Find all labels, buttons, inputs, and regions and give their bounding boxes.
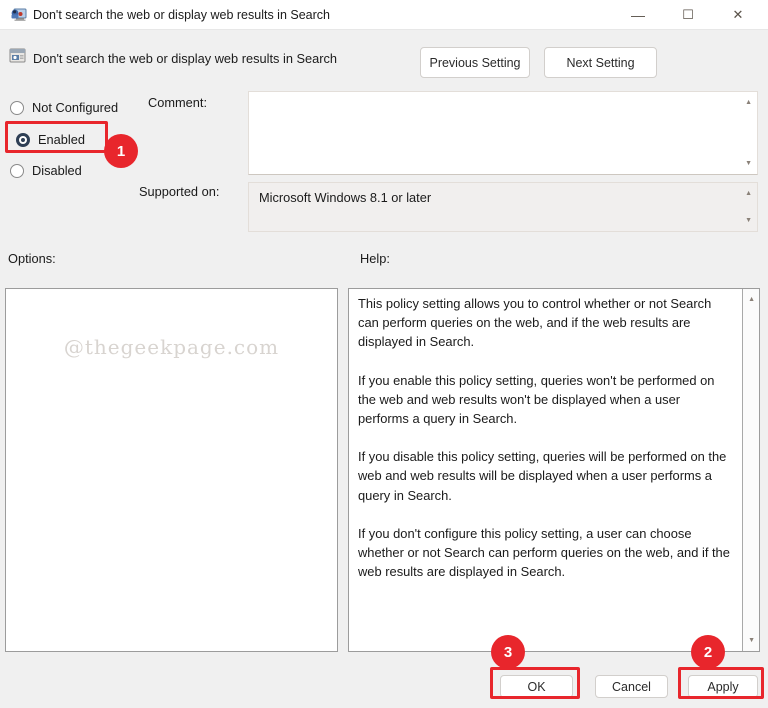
previous-setting-button[interactable]: Previous Setting [420, 47, 530, 78]
options-label: Options: [8, 251, 56, 266]
help-paragraph: If you enable this policy setting, queri… [358, 372, 715, 427]
help-label: Help: [360, 251, 390, 266]
help-text: This policy setting allows you to contro… [349, 289, 742, 651]
supported-on-label: Supported on: [139, 184, 220, 199]
help-paragraph: This policy setting allows you to contro… [358, 296, 712, 350]
watermark-text: @thegeekpage.com [63, 335, 280, 359]
policy-setting-name: Don't search the web or display web resu… [33, 51, 338, 66]
scroll-down-icon[interactable]: ▼ [748, 637, 755, 644]
radio-not-configured[interactable]: Not Configured [10, 99, 118, 116]
cancel-button[interactable]: Cancel [595, 675, 668, 698]
radio-disabled[interactable]: Disabled [10, 162, 82, 179]
next-setting-button[interactable]: Next Setting [544, 47, 657, 78]
step-badge-2: 2 [691, 635, 725, 669]
comment-input[interactable]: ▲ ▼ [248, 91, 758, 175]
title-bar: Don't search the web or display web resu… [0, 0, 768, 30]
supported-on-value: Microsoft Windows 8.1 or later [259, 190, 432, 205]
radio-circle-icon[interactable] [10, 100, 24, 115]
scroll-up-icon[interactable]: ▲ [748, 296, 755, 303]
radio-selected-icon[interactable] [16, 132, 30, 147]
step-badge-1: 1 [104, 134, 138, 168]
help-paragraph: If you disable this policy setting, quer… [358, 449, 727, 503]
scroll-up-icon[interactable]: ▲ [745, 190, 752, 197]
ok-button[interactable]: OK [500, 675, 573, 698]
radio-label: Enabled [38, 132, 85, 147]
options-panel: @thegeekpage.com [5, 288, 338, 652]
radio-enabled[interactable]: Enabled [16, 131, 85, 148]
help-paragraph: If you don't configure this policy setti… [358, 525, 730, 580]
close-button[interactable]: ✕ [718, 0, 758, 30]
apply-button[interactable]: Apply [688, 675, 758, 698]
maximize-button[interactable]: ☐ [668, 0, 708, 30]
app-icon [11, 8, 27, 21]
window-title: Don't search the web or display web resu… [33, 8, 330, 22]
supported-on-field: Microsoft Windows 8.1 or later ▲ ▼ [248, 182, 758, 232]
radio-circle-icon[interactable] [10, 163, 24, 178]
help-panel: This policy setting allows you to contro… [348, 288, 760, 652]
help-scrollbar[interactable]: ▲ ▼ [742, 289, 759, 651]
scroll-down-icon[interactable]: ▼ [745, 217, 752, 224]
radio-label: Not Configured [32, 100, 119, 115]
step-badge-3: 3 [491, 635, 525, 669]
minimize-button[interactable]: — [618, 0, 658, 30]
scroll-up-icon[interactable]: ▲ [745, 99, 752, 106]
comment-label: Comment: [148, 95, 208, 110]
policy-icon [9, 48, 26, 63]
radio-label: Disabled [32, 163, 82, 178]
scroll-down-icon[interactable]: ▼ [745, 160, 752, 167]
